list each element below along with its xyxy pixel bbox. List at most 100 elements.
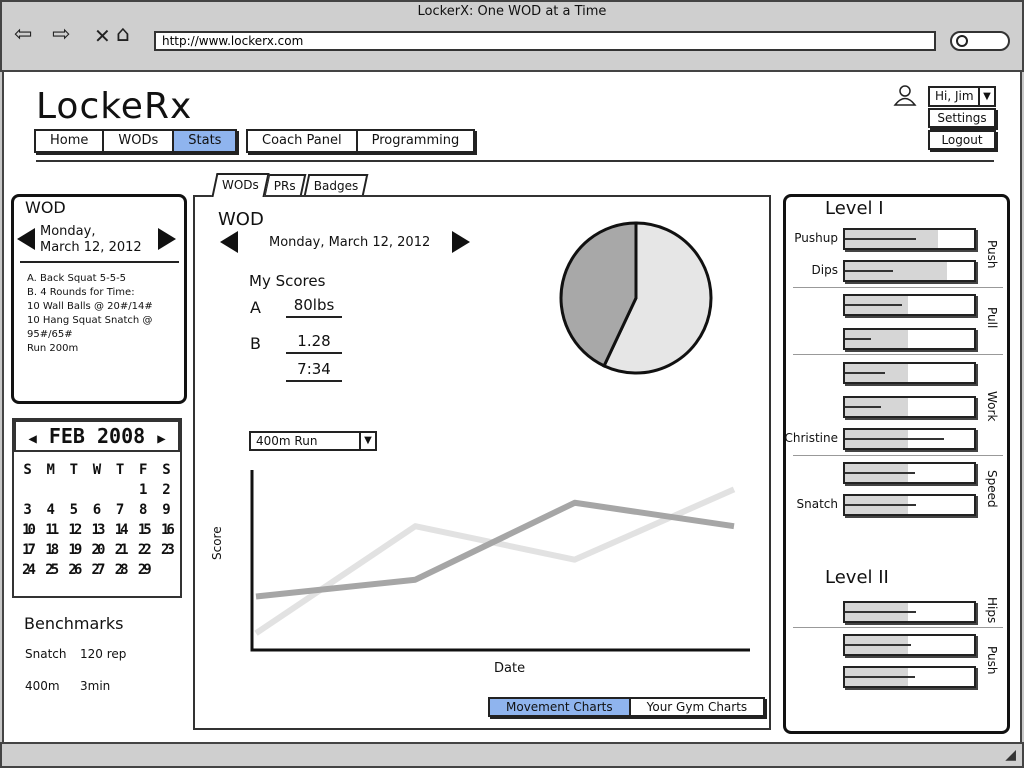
progress-marker [845,238,916,240]
calendar-day[interactable]: 26 [64,560,84,580]
x-axis-label: Date [494,661,526,676]
wod-panel-title: WOD [25,198,66,217]
movement-dropdown[interactable]: 400m Run ▼ [249,431,377,451]
calendar-day[interactable]: 23 [156,540,176,560]
movement-charts-button[interactable]: Movement Charts [490,699,631,715]
app-logo: LockeRx [36,86,193,127]
group-label: Hips [985,597,999,624]
calendar-day[interactable]: 18 [41,540,61,560]
wod-item: Run 200m [27,343,79,354]
next-day-icon[interactable] [158,228,176,250]
progress-marker [845,611,916,613]
calendar-day[interactable]: 6 [87,500,107,520]
group-divider [793,287,1003,288]
calendar-day[interactable]: 19 [64,540,84,560]
settings-button[interactable]: Settings [928,108,996,128]
group-label: Push [985,240,999,269]
calendar-day[interactable]: 12 [64,520,84,540]
progress-bar [843,666,976,688]
my-scores-title: My Scores [249,272,326,290]
group-label: Push [985,646,999,675]
calendar-day[interactable]: 21 [110,540,130,560]
progress-marker [845,504,916,506]
back-icon[interactable]: ⇦ [14,22,32,47]
gym-charts-button[interactable]: Your Gym Charts [630,699,764,715]
forward-icon[interactable]: ⇨ [52,22,70,47]
calendar-day[interactable]: 17 [18,540,38,560]
tab-badges[interactable]: Badges [303,174,369,196]
center-date: Monday, March 12, 2012 [269,235,431,250]
progress-marker [845,270,893,272]
stop-icon[interactable]: ✕ [94,24,111,48]
calendar-day[interactable]: 3 [18,500,38,520]
calendar-day[interactable]: 24 [18,560,38,580]
prev-wod-icon[interactable] [220,231,238,253]
wod-item: 10 Hang Squat Snatch @ 95#/65# [27,315,153,340]
calendar-day[interactable]: 9 [156,500,176,520]
progress-bar [843,362,976,384]
header-divider [36,160,994,162]
progress-marker [845,438,945,440]
weekday-label: S [162,462,171,478]
calendar-day[interactable]: 8 [133,500,153,520]
admin-nav: Coach Panel Programming [246,129,476,153]
calendar-day[interactable]: 27 [87,560,107,580]
group-divider [793,627,1003,628]
search-input[interactable] [950,31,1010,51]
progress-bar [843,396,976,418]
calendar-week: 3456789 [16,500,178,520]
calendar-day [156,560,176,580]
weekday-label: S [23,462,32,478]
next-month-icon[interactable]: ▶ [157,431,165,447]
calendar-day[interactable]: 25 [41,560,61,580]
calendar-day[interactable]: 15 [133,520,153,540]
progress-bar [843,601,976,623]
chart-axes [250,470,750,652]
home-icon[interactable]: ⌂ [116,22,130,47]
calendar-day[interactable]: 20 [87,540,107,560]
tab-prs[interactable]: PRs [263,174,307,196]
calendar-day[interactable]: 29 [133,560,153,580]
weekday-label: F [139,462,148,478]
prev-month-icon[interactable]: ◀ [28,431,36,447]
progress-bar [843,634,976,656]
progress-bar [843,328,976,350]
benchmark-name: Snatch [25,647,67,661]
nav-stats[interactable]: Stats [174,131,236,151]
progress-marker [845,472,915,474]
calendar-day[interactable]: 10 [18,520,38,540]
prev-day-icon[interactable] [17,228,35,250]
url-input[interactable] [154,31,936,51]
calendar-day[interactable]: 4 [41,500,61,520]
movement-label: Dips [811,263,838,277]
nav-coach-panel[interactable]: Coach Panel [248,131,358,151]
nav-programming[interactable]: Programming [357,131,474,151]
calendar-day[interactable]: 5 [64,500,84,520]
level-title: Level I [825,198,884,219]
calendar-day[interactable]: 13 [87,520,107,540]
calendar-day[interactable]: 2 [156,480,176,500]
nav-home[interactable]: Home [36,131,105,151]
calendar-grid: S M T W T F S 1 2 3 4 5 6 7 8 9 10 11 12 13 14 15 16 17 18 19 20 21… [16,460,178,580]
calendar-day[interactable]: 28 [110,560,130,580]
resize-grip-icon[interactable]: ◢ [1005,747,1016,763]
logout-button[interactable]: Logout [928,130,996,150]
progress-marker [845,304,902,306]
calendar-day[interactable]: 11 [41,520,61,540]
tab-wods[interactable]: WODs [211,173,270,197]
movement-dropdown-value: 400m Run [256,434,318,448]
weekday-label: T [115,462,125,478]
score-value: 80lbs [286,296,342,318]
nav-wods[interactable]: WODs [104,131,175,151]
calendar-day[interactable]: 7 [110,500,130,520]
wod-panel-date: Monday, March 12, 2012 [40,224,142,255]
calendar-day[interactable]: 16 [156,520,176,540]
next-wod-icon[interactable] [452,231,470,253]
progress-bar [843,494,976,516]
calendar-day[interactable]: 14 [110,520,130,540]
calendar-day[interactable]: 1 [133,480,153,500]
chevron-down-icon: ▼ [359,433,375,449]
group-label: Pull [985,307,999,329]
calendar-day[interactable]: 22 [133,540,153,560]
user-dropdown[interactable]: Hi, Jim ▼ [928,86,996,107]
